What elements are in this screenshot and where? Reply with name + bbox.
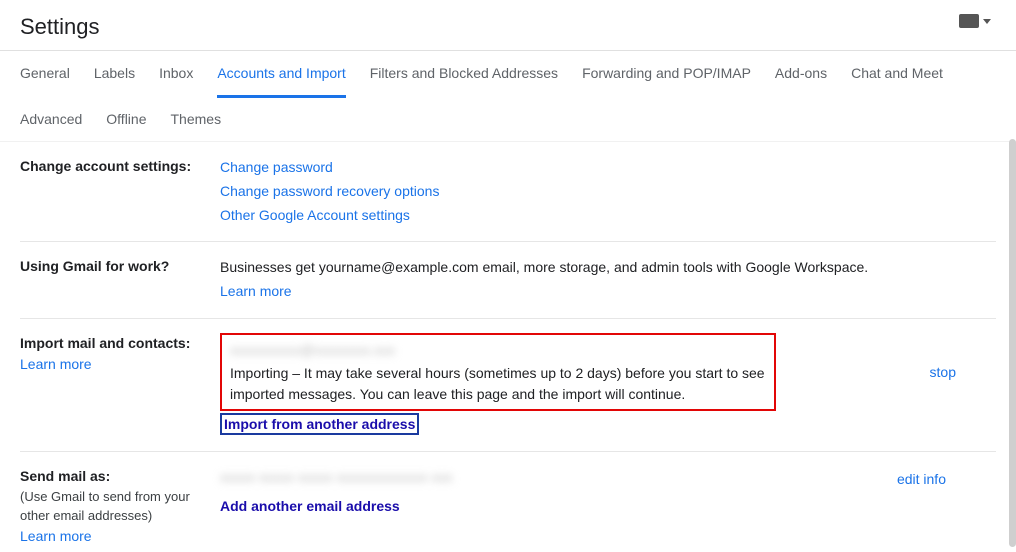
tab-accounts-import[interactable]: Accounts and Import xyxy=(217,51,345,98)
send-as-label: Send mail as: xyxy=(20,466,210,487)
tab-chat-meet[interactable]: Chat and Meet xyxy=(851,51,943,97)
tab-themes[interactable]: Themes xyxy=(171,97,222,141)
tab-forwarding[interactable]: Forwarding and POP/IMAP xyxy=(582,51,751,97)
import-another-address-link[interactable]: Import from another address xyxy=(220,413,419,435)
tab-labels[interactable]: Labels xyxy=(94,51,135,97)
page-title: Settings xyxy=(0,0,1016,50)
send-as-learn-more[interactable]: Learn more xyxy=(20,526,210,547)
gmail-work-learn-more[interactable]: Learn more xyxy=(220,280,996,304)
send-as-sublabel: (Use Gmail to send from your other email… xyxy=(20,487,210,526)
keyboard-icon xyxy=(959,14,979,28)
section-gmail-work: Using Gmail for work? Businesses get you… xyxy=(20,242,996,319)
chevron-down-icon xyxy=(983,19,991,24)
scrollbar[interactable] xyxy=(1009,139,1016,547)
change-password-link[interactable]: Change password xyxy=(220,156,996,180)
import-status-box: xxxxxxxxxx@xxxxxxxx.xxx Importing – It m… xyxy=(220,333,776,411)
tab-offline[interactable]: Offline xyxy=(106,97,146,141)
tab-addons[interactable]: Add-ons xyxy=(775,51,827,97)
tab-general[interactable]: General xyxy=(20,51,70,97)
other-account-settings-link[interactable]: Other Google Account settings xyxy=(220,204,996,228)
input-tools-dropdown[interactable] xyxy=(959,14,991,28)
gmail-work-label: Using Gmail for work? xyxy=(20,256,210,304)
import-status-text: Importing – It may take several hours (s… xyxy=(230,363,766,405)
tab-filters[interactable]: Filters and Blocked Addresses xyxy=(370,51,558,97)
import-label: Import mail and contacts: xyxy=(20,333,210,354)
send-as-email-redacted: xxxxx xxxxx xxxxx xxxxxxxxxxxxx xxx xyxy=(220,466,996,490)
change-recovery-link[interactable]: Change password recovery options xyxy=(220,180,996,204)
gmail-work-text: Businesses get yourname@example.com emai… xyxy=(220,256,996,280)
import-stop-link[interactable]: stop xyxy=(930,361,956,385)
section-change-account: Change account settings: Change password… xyxy=(20,142,996,242)
settings-content: Change account settings: Change password… xyxy=(0,142,1016,552)
add-another-email-link[interactable]: Add another email address xyxy=(220,495,996,519)
change-account-label: Change account settings: xyxy=(20,156,210,227)
section-import: Import mail and contacts: Learn more xxx… xyxy=(20,319,996,452)
import-learn-more[interactable]: Learn more xyxy=(20,354,210,375)
edit-info-link[interactable]: edit info xyxy=(897,468,946,492)
tab-advanced[interactable]: Advanced xyxy=(20,97,82,141)
import-email-redacted: xxxxxxxxxx@xxxxxxxx.xxx xyxy=(230,339,766,363)
section-send-as: Send mail as: (Use Gmail to send from yo… xyxy=(20,452,996,552)
settings-tabs: General Labels Inbox Accounts and Import… xyxy=(0,51,1016,142)
tab-inbox[interactable]: Inbox xyxy=(159,51,193,97)
